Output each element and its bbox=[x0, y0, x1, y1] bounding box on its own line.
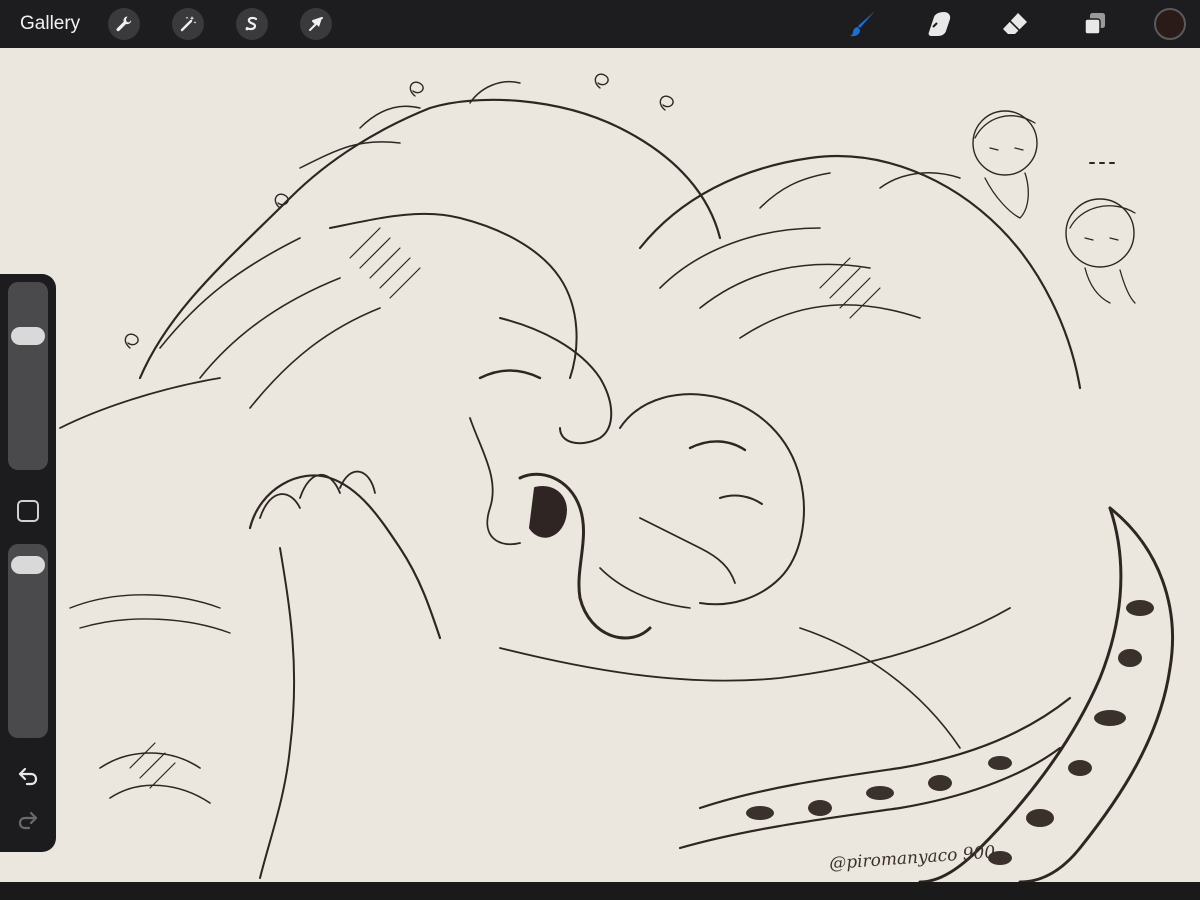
wrench-icon bbox=[116, 16, 132, 32]
selection-s-icon bbox=[245, 16, 258, 31]
magic-wand-icon bbox=[180, 16, 197, 32]
left-sidebar bbox=[0, 274, 56, 852]
eraser-button[interactable] bbox=[998, 7, 1032, 41]
undo-button[interactable] bbox=[14, 762, 42, 790]
opacity-thumb[interactable] bbox=[11, 556, 45, 575]
color-swatch-button[interactable] bbox=[1154, 8, 1186, 40]
gallery-button[interactable]: Gallery bbox=[20, 11, 80, 37]
smudge-button[interactable] bbox=[922, 7, 956, 41]
sketch-artwork bbox=[59, 73, 1174, 882]
arrow-cursor-icon bbox=[309, 17, 323, 31]
redo-icon bbox=[18, 811, 38, 830]
brush-icon bbox=[850, 11, 875, 37]
brush-size-thumb[interactable] bbox=[11, 326, 45, 345]
eraser-icon bbox=[1003, 13, 1027, 34]
drawing-canvas[interactable]: @piromanyaco 900 bbox=[0, 48, 1200, 882]
adjustments-button[interactable] bbox=[172, 8, 204, 40]
modify-button[interactable] bbox=[17, 500, 39, 522]
layers-icon bbox=[1084, 13, 1105, 35]
selection-button[interactable] bbox=[236, 8, 268, 40]
smudge-finger-icon bbox=[928, 12, 951, 36]
actions-button[interactable] bbox=[108, 8, 140, 40]
brush-button[interactable] bbox=[846, 7, 880, 41]
layers-button[interactable] bbox=[1078, 7, 1112, 41]
bottom-bar bbox=[0, 882, 1200, 900]
top-toolbar: Gallery bbox=[0, 0, 1200, 48]
transform-button[interactable] bbox=[300, 8, 332, 40]
brush-size-slider[interactable] bbox=[8, 282, 48, 470]
opacity-slider[interactable] bbox=[8, 544, 48, 738]
redo-button[interactable] bbox=[14, 806, 42, 834]
undo-icon bbox=[18, 767, 38, 786]
